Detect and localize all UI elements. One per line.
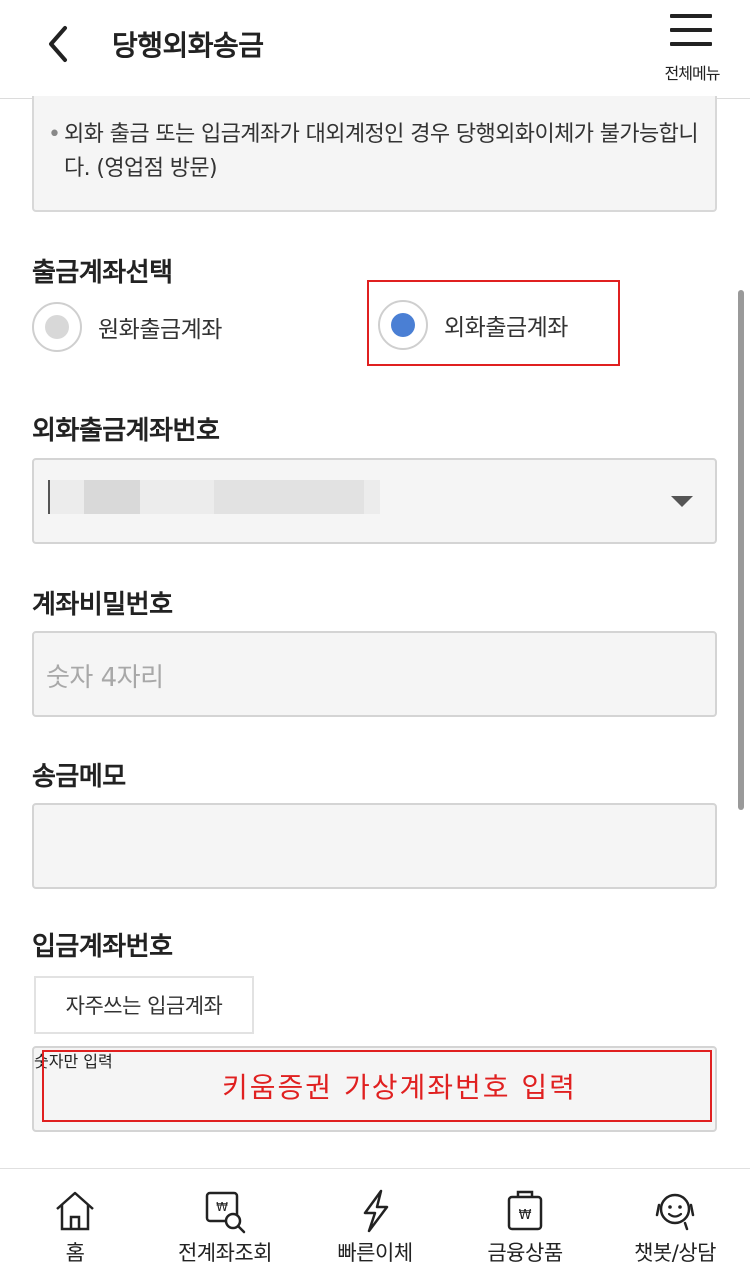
notice-text: 외화 출금 또는 입금계좌가 대외계정인 경우 당행외화이체가 불가능합니다. …	[64, 122, 699, 181]
hamburger-icon	[670, 14, 712, 46]
nav-all-accounts-label: 전계좌조회	[177, 1241, 273, 1265]
nav-chatbot[interactable]: 챗봇/상담	[600, 1169, 750, 1282]
radio-krw-label: 원화출금계좌	[98, 317, 222, 343]
deposit-annotation: 키움증권 가상계좌번호 입력	[222, 1071, 577, 1104]
full-menu-label: 전체메뉴	[664, 64, 721, 83]
dropdown-caret-icon	[671, 496, 693, 507]
lightning-icon	[363, 1189, 389, 1233]
nav-home[interactable]: 홈	[0, 1169, 150, 1282]
highlight-annotation-box	[367, 280, 620, 366]
password-label: 계좌비밀번호	[32, 590, 173, 620]
page-title: 당행외화송금	[112, 29, 264, 62]
favorite-accounts-button[interactable]: 자주쓰는 입금계좌	[34, 976, 254, 1034]
product-bag-icon: ₩	[507, 1190, 543, 1231]
radio-unselected-dot	[45, 315, 69, 339]
svg-text:₩: ₩	[216, 1200, 228, 1214]
nav-chatbot-label: 챗봇/상담	[634, 1241, 716, 1265]
app-header: 당행외화송금 전체메뉴	[0, 0, 750, 99]
deposit-account-input[interactable]: 숫자만 입력 키움증권 가상계좌번호 입력	[32, 1046, 717, 1132]
fx-account-label: 외화출금계좌번호	[32, 416, 220, 446]
full-menu-button[interactable]: 전체메뉴	[654, 8, 730, 86]
nav-financial-products[interactable]: ₩ 금융상품	[450, 1169, 600, 1282]
chatbot-icon	[655, 1193, 695, 1231]
svg-text:₩: ₩	[519, 1208, 532, 1223]
radio-krw-circle[interactable]	[32, 302, 82, 352]
password-input[interactable]: 숫자 4자리	[32, 631, 717, 717]
notice-box: • 외화 출금 또는 입금계좌가 대외계정인 경우 당행외화이체가 불가능합니다…	[32, 96, 717, 212]
radio-krw-account[interactable]: 원화출금계좌	[32, 302, 222, 352]
memo-label: 송금메모	[32, 762, 126, 792]
withdraw-type-label: 출금계좌선택	[32, 258, 173, 288]
mask-block	[214, 480, 364, 514]
fx-account-select[interactable]	[32, 458, 717, 544]
account-search-icon: ₩	[205, 1191, 246, 1234]
bottom-nav: 홈 ₩ 전계좌조회 빠른이체 ₩ 금융상품 챗봇/상담	[0, 1168, 750, 1282]
nav-all-accounts[interactable]: ₩ 전계좌조회	[150, 1169, 300, 1282]
deposit-account-label: 입금계좌번호	[32, 932, 173, 962]
chevron-left-icon	[49, 26, 67, 62]
home-icon	[56, 1191, 94, 1231]
memo-input[interactable]	[32, 803, 717, 889]
mask-block	[84, 480, 140, 514]
nav-quick-transfer[interactable]: 빠른이체	[300, 1169, 450, 1282]
nav-home-label: 홈	[65, 1241, 85, 1265]
notice-text-wrap: • 외화 출금 또는 입금계좌가 대외계정인 경우 당행외화이체가 불가능합니다…	[48, 118, 704, 186]
password-placeholder: 숫자 4자리	[46, 663, 164, 693]
nav-quick-transfer-label: 빠른이체	[337, 1241, 413, 1265]
nav-financial-products-label: 금융상품	[487, 1241, 563, 1265]
scrollbar[interactable]	[738, 290, 744, 810]
back-button[interactable]	[36, 20, 80, 68]
bullet-icon: •	[48, 122, 61, 147]
